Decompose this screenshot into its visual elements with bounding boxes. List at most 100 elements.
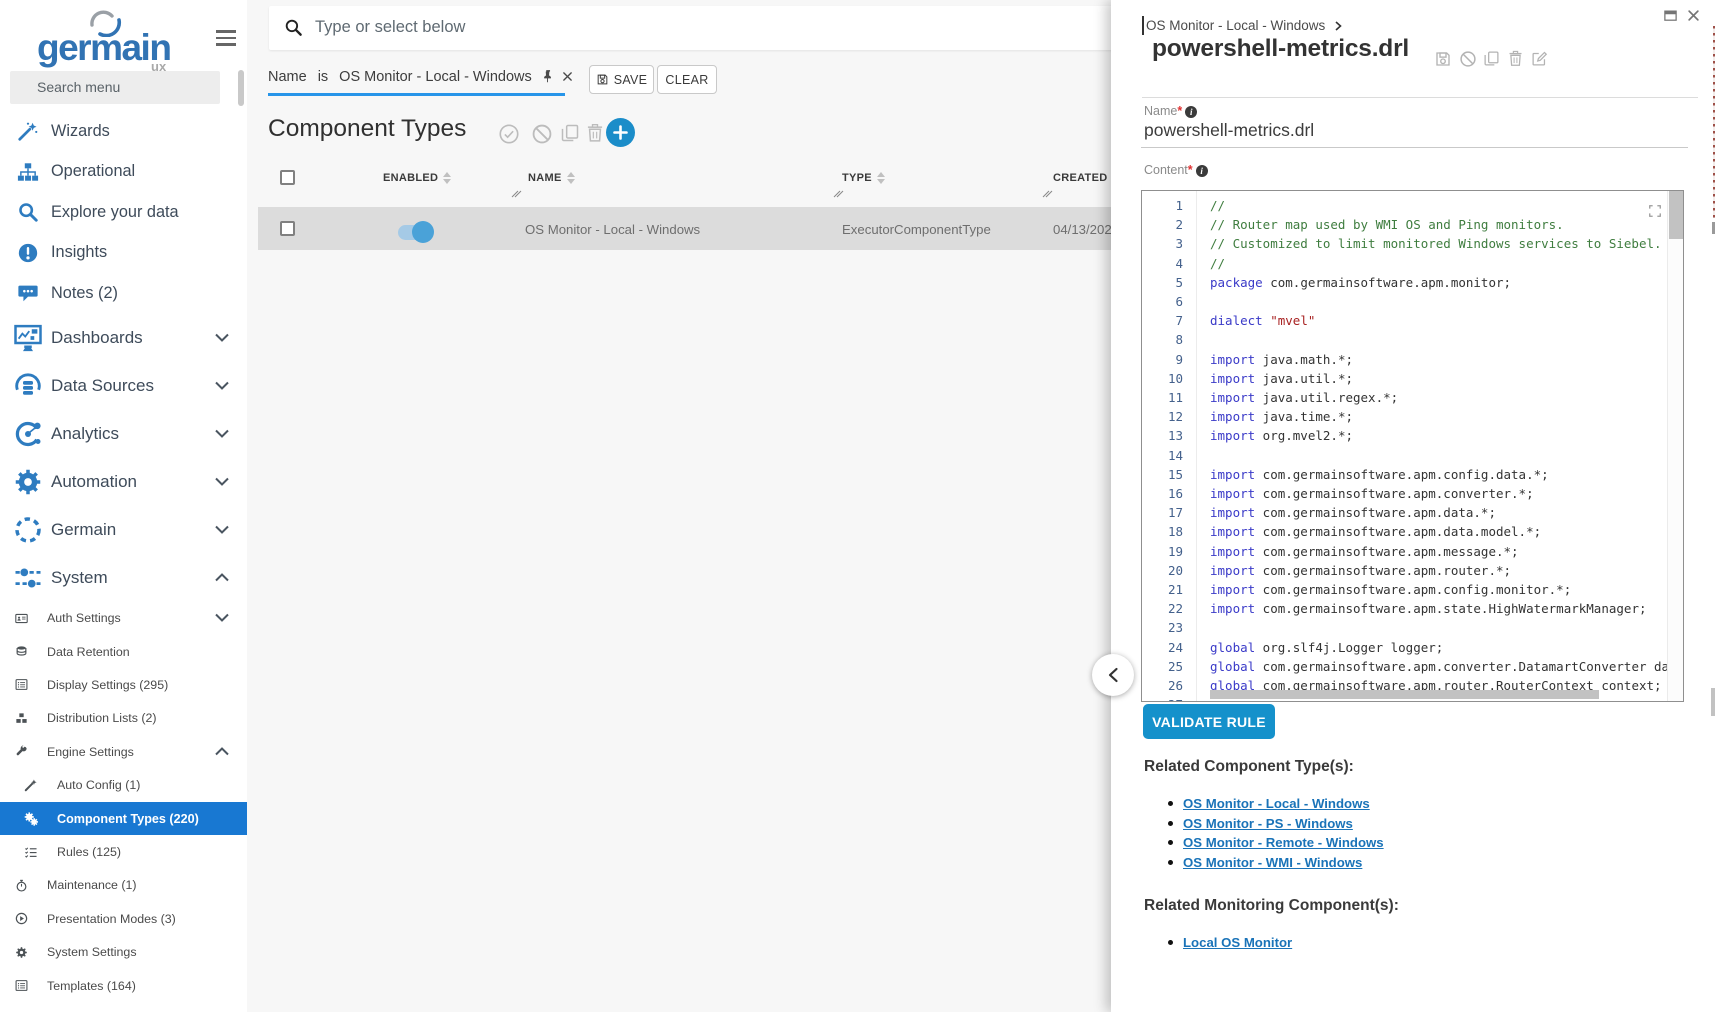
sort-icon xyxy=(877,172,885,184)
column-header-type[interactable]: TYPE xyxy=(842,172,885,184)
column-resize-handle[interactable] xyxy=(833,187,844,198)
sidebar-item-auto-config-1[interactable]: Auto Config (1) xyxy=(0,769,247,802)
sidebar-scrollbar[interactable] xyxy=(238,70,244,106)
column-header-name[interactable]: NAME xyxy=(528,172,575,184)
editor-code[interactable]: //// Router map used by WMI OS and Ping … xyxy=(1210,191,1667,701)
sidebar-item-auth-settings[interactable]: Auth Settings xyxy=(0,602,247,635)
sidebar-item-wizards[interactable]: Wizards xyxy=(0,111,247,152)
related-link[interactable]: OS Monitor - Local - Windows xyxy=(1183,797,1384,810)
sort-icon xyxy=(443,172,451,184)
delete-selected-icon[interactable] xyxy=(585,123,605,148)
analytics-icon xyxy=(13,419,43,449)
column-header-enabled[interactable]: ENABLED xyxy=(383,172,451,184)
sidebar-item-system[interactable]: System xyxy=(0,554,247,602)
window-restore-icon[interactable] xyxy=(1663,8,1678,28)
filter-field: Name xyxy=(268,69,307,85)
sidebar-item-operational[interactable]: Operational xyxy=(0,152,247,193)
search-placeholder: Type or select below xyxy=(315,18,465,37)
sidebar-item-label: Distribution Lists (2) xyxy=(47,711,156,725)
filter-value: OS Monitor - Local - Windows xyxy=(339,69,532,85)
sidebar-item-maintenance-1[interactable]: Maintenance (1) xyxy=(0,869,247,902)
collapse-panel-button[interactable] xyxy=(1092,654,1134,696)
disable-rule-icon[interactable] xyxy=(1459,50,1477,73)
sidebar-item-rules-125[interactable]: Rules (125) xyxy=(0,835,247,868)
plus-icon xyxy=(613,125,628,140)
sidebar-item-display-settings-295[interactable]: Display Settings (295) xyxy=(0,668,247,701)
related-link[interactable]: Local OS Monitor xyxy=(1183,936,1292,949)
id-card-icon xyxy=(15,612,28,625)
filter-remove-icon[interactable] xyxy=(562,70,573,86)
copy-selected-icon[interactable] xyxy=(560,123,580,148)
related-component-types-heading: Related Component Type(s): xyxy=(1144,758,1354,776)
related-link[interactable]: OS Monitor - WMI - Windows xyxy=(1183,856,1384,869)
sidebar-item-label: Explore your data xyxy=(51,203,179,222)
clear-filter-button[interactable]: CLEAR xyxy=(657,65,717,94)
related-link[interactable]: OS Monitor - PS - Windows xyxy=(1183,817,1384,830)
bullet xyxy=(1168,940,1173,945)
sidebar-item-label: Presentation Modes (3) xyxy=(47,912,176,926)
window-close-icon[interactable] xyxy=(1686,8,1701,28)
detail-panel: OS Monitor - Local - Windows powershell-… xyxy=(1111,0,1715,1012)
panel-title: powershell-metrics.drl xyxy=(1152,35,1409,63)
enable-selected-icon[interactable] xyxy=(498,123,520,150)
copy-rule-icon[interactable] xyxy=(1483,50,1500,72)
sidebar-item-component-types-220[interactable]: Component Types (220) xyxy=(0,802,247,835)
add-component-type-button[interactable] xyxy=(606,118,635,147)
sidebar-item-notes-2[interactable]: Notes (2) xyxy=(0,273,247,314)
editor-vertical-scrollbar[interactable] xyxy=(1667,191,1683,701)
sidebar-item-distribution-lists-2[interactable]: Distribution Lists (2) xyxy=(0,702,247,735)
sidebar-item-label: Component Types (220) xyxy=(57,812,199,826)
comments-icon xyxy=(17,282,39,304)
exclamation-circle-icon xyxy=(17,242,39,264)
disable-selected-icon[interactable] xyxy=(531,123,553,150)
sidebar-item-analytics[interactable]: Analytics xyxy=(0,410,247,458)
chevron-down-icon xyxy=(215,329,229,347)
hamburger-menu-icon[interactable] xyxy=(216,26,236,50)
delete-rule-icon[interactable] xyxy=(1507,50,1524,72)
row-checkbox[interactable] xyxy=(280,221,295,236)
sidebar-item-automation[interactable]: Automation xyxy=(0,458,247,506)
filter-search-input[interactable]: Type or select below xyxy=(269,6,1114,50)
sidebar-item-germain[interactable]: Germain xyxy=(0,506,247,554)
pin-icon[interactable] xyxy=(541,69,555,87)
name-field-value[interactable]: powershell-metrics.drl xyxy=(1144,120,1314,141)
divider xyxy=(1142,97,1698,98)
column-resize-handle[interactable] xyxy=(511,187,522,198)
scrollbar-thumb[interactable] xyxy=(1711,688,1715,716)
chevron-down-icon xyxy=(215,521,229,539)
save-filter-button[interactable]: SAVE xyxy=(589,65,654,94)
sidebar-item-label: Insights xyxy=(51,243,107,262)
sidebar-item-insights[interactable]: Insights xyxy=(0,233,247,274)
select-all-checkbox[interactable] xyxy=(280,170,295,185)
sidebar-item-label: Templates (164) xyxy=(47,979,136,993)
sidebar-item-templates-164[interactable]: Templates (164) xyxy=(0,969,247,1002)
list-alt-icon xyxy=(15,678,28,691)
sidebar-item-engine-settings[interactable]: Engine Settings xyxy=(0,735,247,768)
sidebar-item-label: Germain xyxy=(51,520,116,540)
filter-chip[interactable]: Name is OS Monitor - Local - Windows xyxy=(268,64,573,90)
enabled-toggle-knob[interactable] xyxy=(412,221,434,243)
sidebar-item-dashboards[interactable]: Dashboards xyxy=(0,314,247,362)
sidebar-item-label: Analytics xyxy=(51,424,119,444)
sidebar-item-system-settings[interactable]: System Settings xyxy=(0,936,247,969)
sidebar-item-presentation-modes-3[interactable]: Presentation Modes (3) xyxy=(0,902,247,935)
related-link[interactable]: OS Monitor - Remote - Windows xyxy=(1183,836,1384,849)
fullscreen-icon[interactable] xyxy=(1648,204,1662,223)
editor-horizontal-scrollbar[interactable] xyxy=(1210,690,1599,699)
save-rule-icon[interactable] xyxy=(1434,50,1452,73)
sidebar-item-label: Rules (125) xyxy=(57,845,121,859)
code-editor[interactable]: 1234567891011121314151617181920212223242… xyxy=(1141,190,1684,702)
validate-rule-button[interactable]: VALIDATE RULE xyxy=(1143,704,1275,739)
column-header-created[interactable]: CREATED ( xyxy=(1053,172,1115,184)
sidebar-item-explore-your-data[interactable]: Explore your data xyxy=(0,192,247,233)
sidebar-item-type-categories-4[interactable]: Type Categories (4) xyxy=(0,1002,247,1012)
chevron-down-icon xyxy=(215,609,229,627)
dashboard-icon xyxy=(13,323,43,353)
column-resize-handle[interactable] xyxy=(1042,187,1053,198)
sidebar-item-data-sources[interactable]: Data Sources xyxy=(0,362,247,410)
sidebar-item-data-retention[interactable]: Data Retention xyxy=(0,635,247,668)
edit-rule-icon[interactable] xyxy=(1531,50,1548,72)
breadcrumb[interactable]: OS Monitor - Local - Windows xyxy=(1146,18,1342,33)
sidebar: germain ux Search menu WizardsOperationa… xyxy=(0,0,247,1012)
sidebar-search-input[interactable]: Search menu xyxy=(10,71,220,104)
